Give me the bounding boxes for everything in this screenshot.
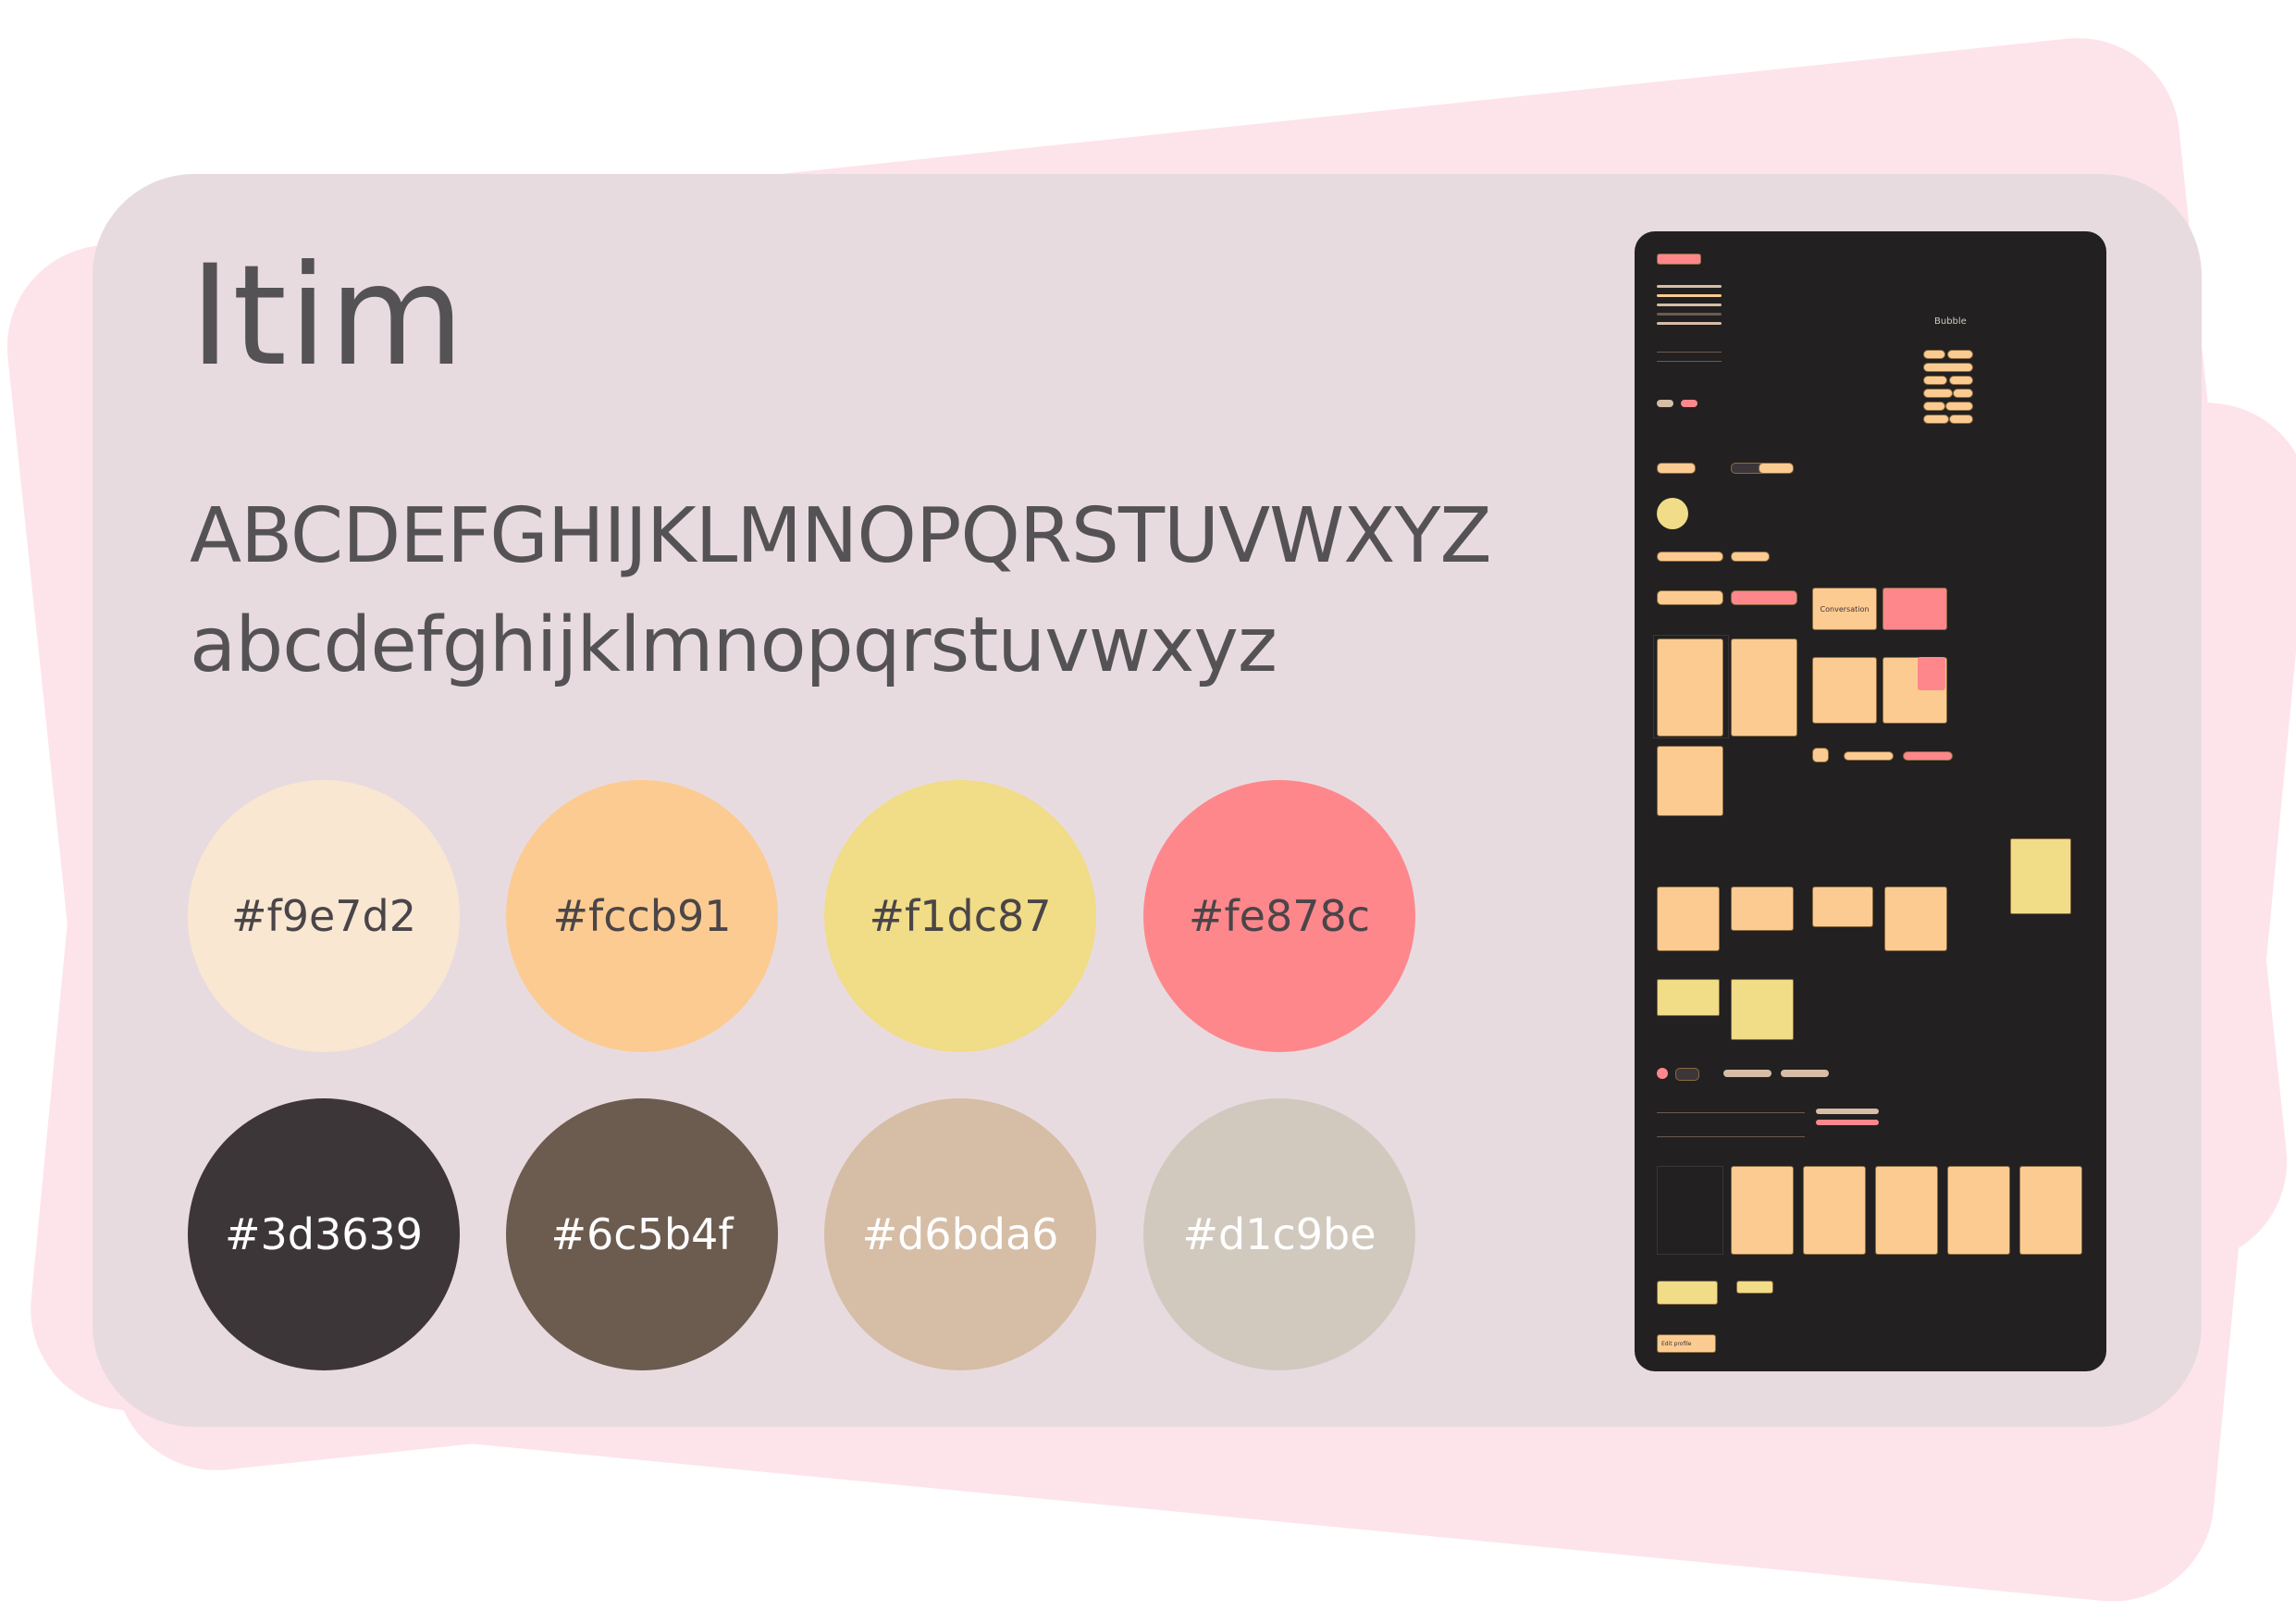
color-swatch-label: #6c5b4f (550, 1209, 734, 1259)
preview-bar (1657, 313, 1722, 316)
preview-toggle (1681, 400, 1697, 407)
preview-control (1781, 1070, 1829, 1077)
preview-feed-card (1803, 1166, 1866, 1255)
preview-small-chip (1812, 748, 1829, 762)
preview-input (1657, 551, 1723, 562)
color-swatch-label: #fccb91 (552, 891, 732, 941)
color-swatch: #d6bda6 (824, 1098, 1096, 1370)
preview-color-chips (1657, 254, 1701, 265)
preview-bubble-chip (1953, 389, 1973, 398)
color-swatch-label: #3d3639 (224, 1209, 424, 1259)
preview-status-bar (1816, 1120, 1879, 1125)
preview-chat-bubble (1657, 1281, 1718, 1305)
preview-bubble-chip (1949, 376, 1973, 385)
preview-bar (1657, 294, 1722, 297)
preview-feed-card (1731, 1166, 1794, 1255)
preview-divider (1657, 361, 1722, 362)
preview-post-card (1657, 746, 1723, 816)
preview-post-card (1812, 886, 1873, 927)
preview-search (1731, 590, 1797, 605)
preview-bubble-chip (1945, 402, 1973, 411)
preview-avatar (1657, 498, 1688, 529)
preview-bubble-chip (1923, 350, 1945, 359)
preview-conversation-tile: Conversation (1812, 588, 1877, 630)
preview-conversation-tile (1882, 588, 1947, 630)
color-swatch: #f1dc87 (824, 780, 1096, 1052)
preview-table (1657, 979, 1720, 1016)
preview-post-card (1731, 638, 1797, 737)
preview-bubble-chip (1923, 415, 1949, 424)
preview-button (1657, 463, 1696, 474)
preview-divider (1657, 352, 1722, 353)
preview-user-tile-accent (1918, 657, 1945, 690)
preview-bar (1657, 322, 1722, 325)
preview-small-chip (1903, 751, 1953, 761)
preview-heading: Bubble (1934, 316, 1967, 327)
preview-table (1731, 979, 1794, 1040)
preview-bubble-chip (1923, 363, 1973, 372)
preview-bubble-chip (1923, 389, 1953, 398)
preview-feed-card (2019, 1166, 2082, 1255)
preview-bar (1657, 304, 1722, 306)
preview-bubble-chip (1947, 350, 1973, 359)
color-swatch-label: #d1c9be (1182, 1209, 1376, 1259)
preview-record-button (1657, 1068, 1668, 1079)
color-swatch: #fccb91 (506, 780, 778, 1052)
color-swatch: #3d3639 (188, 1098, 460, 1370)
preview-feed-card (1875, 1166, 1938, 1255)
preview-post-card (1884, 886, 1947, 951)
uppercase-sample: ABCDEFGHIJKLMNOPQRSTUVWXYZ (190, 492, 1492, 580)
preview-user-tile (1812, 657, 1877, 724)
color-swatch-label: #fe878c (1188, 891, 1371, 941)
color-swatch: #f9e7d2 (188, 780, 460, 1052)
preview-small-chip (1844, 751, 1894, 761)
preview-bubble-chip (1923, 402, 1945, 411)
preview-post-card (1657, 886, 1720, 951)
color-swatch-label: #d6bda6 (861, 1209, 1059, 1259)
preview-input (1731, 551, 1770, 562)
color-swatch: #fe878c (1143, 780, 1415, 1052)
preview-conversation-label: Conversation (1820, 604, 1870, 613)
preview-bubble-chip (1923, 376, 1947, 385)
preview-post-card (1731, 886, 1794, 931)
preview-button (1759, 463, 1794, 474)
preview-status-bar (1816, 1109, 1879, 1114)
color-swatch: #6c5b4f (506, 1098, 778, 1370)
color-swatch-label: #f9e7d2 (230, 891, 417, 941)
preview-edit-profile-button: Edit profile (1657, 1334, 1716, 1353)
component-preview-panel: Conversation Bubble Edit profile (1635, 231, 2106, 1371)
color-swatch-label: #f1dc87 (869, 891, 1052, 941)
lowercase-sample: abcdefghijklmnopqrstuvwxyz (190, 601, 1278, 689)
font-name: Itim (190, 236, 466, 397)
preview-frame (1653, 635, 1729, 738)
preview-control (1723, 1070, 1771, 1077)
preview-feed-card (1947, 1166, 2010, 1255)
preview-chat-bubble (1736, 1281, 1773, 1294)
preview-search (1657, 590, 1723, 605)
color-swatch: #d1c9be (1143, 1098, 1415, 1370)
preview-control (1675, 1068, 1699, 1081)
preview-divider (1657, 1136, 1805, 1137)
preview-note (2010, 838, 2071, 914)
preview-edit-profile-label: Edit profile (1661, 1340, 1692, 1347)
preview-feed-frame (1657, 1166, 1723, 1255)
preview-bubble-chip (1949, 415, 1973, 424)
preview-divider (1657, 1112, 1805, 1113)
preview-toggle (1657, 400, 1673, 407)
preview-bar (1657, 285, 1722, 288)
